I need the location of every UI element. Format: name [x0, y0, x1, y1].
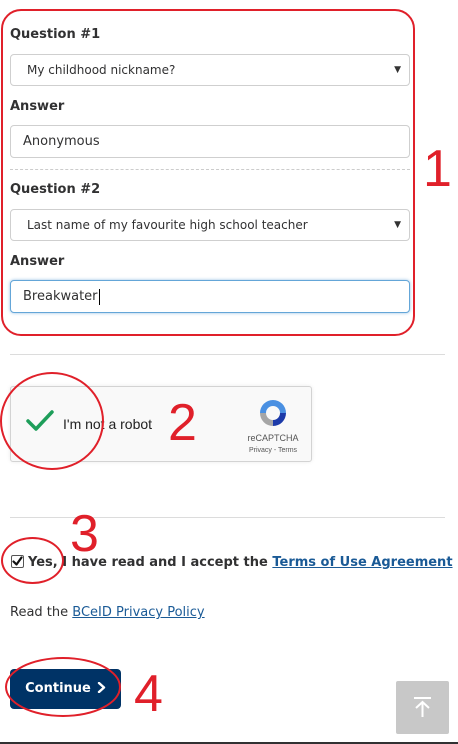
- recaptcha-links[interactable]: Privacy - Terms: [241, 447, 305, 454]
- annotation-number-3: 3: [70, 505, 99, 563]
- terms-link[interactable]: Terms of Use Agreement: [272, 555, 452, 570]
- privacy-policy-link[interactable]: BCeID Privacy Policy: [72, 605, 204, 620]
- recaptcha-brand: reCAPTCHA: [247, 433, 299, 443]
- annotation-box-1: [1, 9, 415, 336]
- page: Question #1 My childhood nickname? ▼ Ans…: [0, 0, 458, 744]
- privacy-line: Read the BCeID Privacy Policy: [10, 605, 205, 620]
- annotation-ellipse-3: [1, 537, 64, 584]
- terms-text: Yes, I have read and I accept the: [28, 555, 273, 570]
- annotation-number-1: 1: [423, 140, 452, 198]
- section-divider: [10, 354, 445, 355]
- back-to-top-button[interactable]: [396, 681, 449, 734]
- annotation-number-4: 4: [134, 665, 163, 723]
- annotation-ellipse-4: [5, 657, 121, 717]
- annotation-ellipse-2: [0, 372, 104, 470]
- annotation-number-2: 2: [168, 394, 197, 452]
- arrow-up-icon: [414, 697, 431, 717]
- recaptcha-logo-icon: [260, 400, 286, 426]
- privacy-text: Read the: [10, 605, 73, 620]
